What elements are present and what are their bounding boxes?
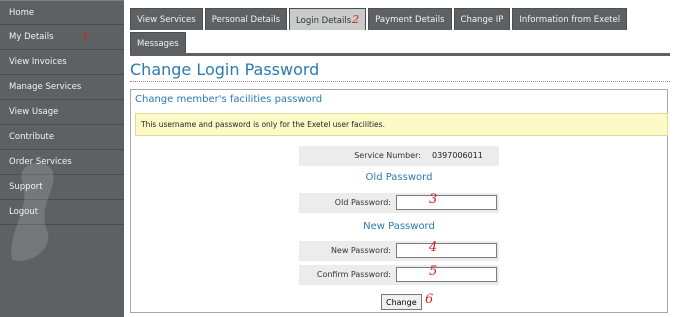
sidebar: Home My Details 1 View Invoices Manage Se… (0, 0, 124, 317)
tab-login-details[interactable]: Login Details2 (289, 8, 367, 30)
sidebar-item-label: View Invoices (9, 57, 67, 67)
tab-label: Change IP (460, 15, 504, 25)
tab-label: Messages (137, 39, 179, 49)
panel-heading: Change member's facilities password (135, 94, 323, 105)
sidebar-item-label: Manage Services (9, 82, 82, 92)
sidebar-item-view-invoices[interactable]: View Invoices (0, 50, 124, 75)
annotation-marker: 1 (82, 30, 89, 43)
tab-view-services[interactable]: View Services (130, 8, 203, 30)
tab-label: Information from Exetel (519, 15, 621, 25)
annotation-marker: 6 (425, 292, 434, 307)
new-password-field[interactable] (396, 243, 497, 258)
confirm-password-label: Confirm Password: (316, 270, 391, 279)
tab-bar: View Services Personal Details Login Det… (130, 8, 674, 54)
tab-messages[interactable]: Messages (130, 32, 186, 54)
notice-banner: This username and password is only for t… (135, 113, 668, 136)
old-password-heading: Old Password (365, 172, 433, 183)
tab-label: Login Details (296, 16, 352, 26)
sidebar-item-contribute[interactable]: Contribute (0, 125, 124, 150)
confirm-password-field[interactable] (396, 267, 497, 282)
service-number-label: Service Number: (354, 151, 421, 160)
old-password-row: Old Password: 3 (299, 192, 499, 213)
change-password-panel: Change member's facilities password This… (130, 89, 668, 313)
sidebar-watermark-graphic (11, 162, 54, 261)
sidebar-item-label: View Usage (9, 107, 59, 117)
old-password-label: Old Password: (334, 198, 391, 207)
tab-label: Personal Details (211, 15, 281, 25)
title-divider (130, 81, 670, 82)
tab-label: View Services (137, 15, 196, 25)
old-password-field[interactable] (396, 195, 497, 210)
sidebar-item-view-usage[interactable]: View Usage (0, 100, 124, 125)
sidebar-item-manage-services[interactable]: Manage Services (0, 75, 124, 100)
page-title: Change Login Password (130, 60, 320, 79)
tab-change-ip[interactable]: Change IP (453, 8, 511, 30)
tab-information-from-exetel[interactable]: Information from Exetel (512, 8, 628, 30)
tab-payment-details[interactable]: Payment Details (368, 8, 452, 30)
sidebar-item-home[interactable]: Home (0, 0, 124, 25)
sidebar-item-my-details[interactable]: My Details 1 (0, 25, 124, 50)
tab-label: Payment Details (375, 15, 445, 25)
service-number-value: 0397006011 (432, 151, 483, 160)
sidebar-item-label: Contribute (9, 132, 55, 142)
tab-bar-underline (130, 53, 670, 56)
annotation-marker: 2 (352, 13, 360, 26)
tab-personal-details[interactable]: Personal Details (204, 8, 288, 30)
confirm-password-row: Confirm Password: 5 (299, 264, 499, 285)
service-number-row: Service Number: 0397006011 (299, 146, 499, 166)
change-button[interactable]: Change (381, 294, 422, 310)
sidebar-item-label: My Details (9, 32, 54, 42)
new-password-heading: New Password (363, 221, 435, 232)
sidebar-item-label: Home (9, 8, 35, 18)
new-password-row: New Password: 4 (299, 240, 499, 261)
new-password-label: New Password: (330, 246, 391, 255)
